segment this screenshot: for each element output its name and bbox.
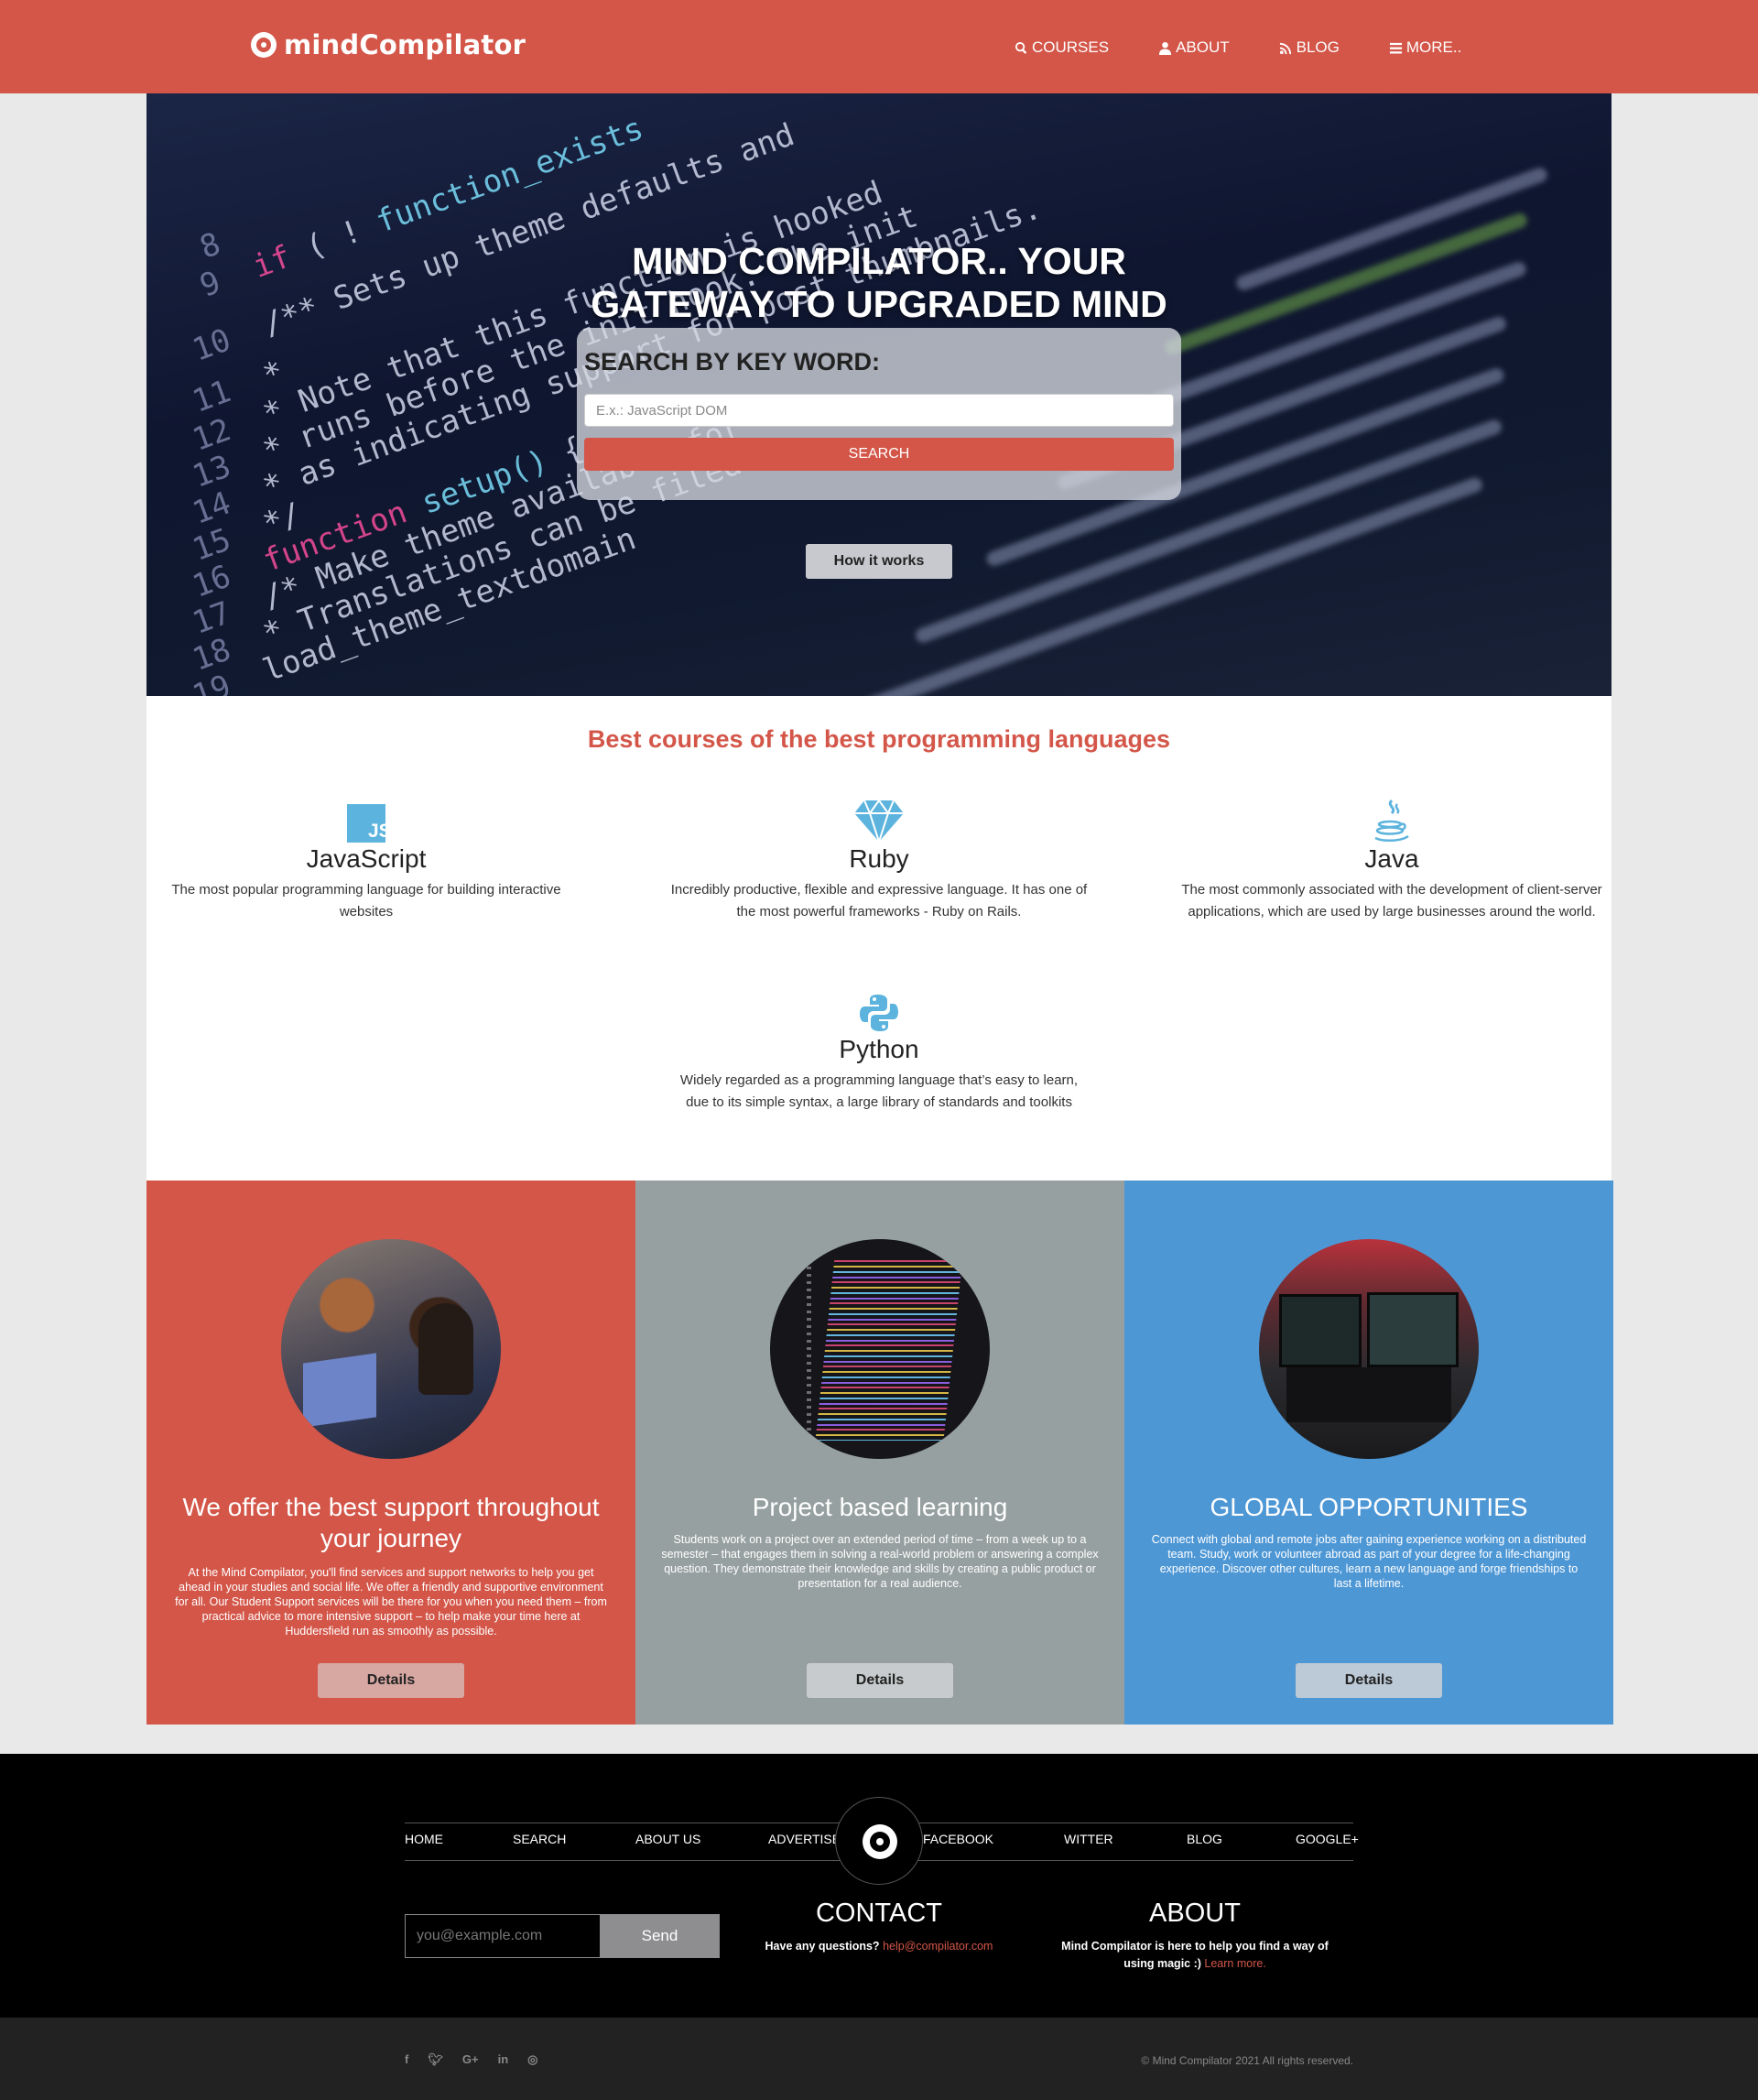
course-python[interactable]: Python Widely regarded as a programming …: [668, 989, 1090, 1114]
feature-projects: Project based learning Students work on …: [635, 1181, 1124, 1725]
contact-text: Have any questions? help@compilator.com: [765, 1940, 993, 1953]
nav-more[interactable]: MORE..: [1389, 38, 1461, 57]
social-links: f 🐦︎ G+ in ◎: [405, 2052, 557, 2067]
python-icon: [860, 995, 898, 1031]
footer: HOME SEARCH ABOUT US ADVERTISE FACEBOOK …: [0, 1754, 1758, 2018]
search-input[interactable]: [584, 394, 1174, 427]
footer-link-home[interactable]: HOME: [405, 1832, 443, 1846]
feature-text: Connect with global and remote jobs afte…: [1151, 1533, 1587, 1590]
nav-courses-label: COURSES: [1032, 38, 1110, 56]
linkedin-icon[interactable]: in: [498, 2052, 509, 2067]
rss-icon: [1279, 42, 1291, 54]
footer-contact: CONTACT Have any questions? help@compila…: [742, 1899, 1016, 1955]
ruby-gem-icon: [854, 799, 904, 843]
footer-link-about-us[interactable]: ABOUT US: [635, 1832, 700, 1846]
about-text: Mind Compilator is here to help you find…: [1061, 1940, 1329, 1970]
footer-link-advertise[interactable]: ADVERTISE: [768, 1832, 841, 1846]
nav-blog-label: BLOG: [1296, 38, 1340, 56]
footer-link-google-plus[interactable]: GOOGLE+: [1296, 1832, 1359, 1846]
nav-about-label: ABOUT: [1176, 38, 1230, 56]
footer-link-search[interactable]: SEARCH: [513, 1832, 566, 1846]
course-description: Incredibly productive, flexible and expr…: [670, 882, 1088, 919]
courses-section: Best courses of the best programming lan…: [146, 696, 1612, 1181]
nav-more-label: MORE..: [1405, 38, 1462, 56]
main-nav: COURSES ABOUT BLOG MORE..: [1015, 38, 1461, 57]
details-button[interactable]: Details: [318, 1663, 464, 1698]
workstation-photo: [1259, 1239, 1479, 1459]
logo-icon: [251, 32, 277, 58]
search-label: SEARCH BY KEY WORD:: [584, 348, 881, 375]
students-photo: [281, 1239, 501, 1459]
menu-icon: [1389, 42, 1402, 53]
logo-text: mindCompilator: [284, 29, 526, 60]
details-button[interactable]: Details: [807, 1663, 953, 1698]
java-cup-icon: [1374, 799, 1409, 842]
course-name: Java: [1364, 844, 1419, 873]
site-logo[interactable]: mindCompilator: [251, 29, 526, 60]
course-name: JavaScript: [306, 844, 427, 873]
google-plus-icon[interactable]: G+: [462, 2052, 479, 2067]
courses-title: Best courses of the best programming lan…: [587, 725, 1171, 753]
twitter-icon[interactable]: 🐦︎: [428, 2052, 443, 2067]
copyright-text: © Mind Compilator 2021 All rights reserv…: [1141, 2054, 1353, 2067]
nav-about[interactable]: ABOUT: [1158, 38, 1230, 57]
instagram-icon[interactable]: ◎: [527, 2052, 537, 2067]
learn-more-link[interactable]: Learn more.: [1204, 1957, 1265, 1970]
contact-title: CONTACT: [815, 1899, 942, 1928]
course-javascript[interactable]: JS JavaScript The most popular programmi…: [156, 799, 577, 923]
javascript-icon: JS: [347, 804, 385, 843]
course-name: Python: [839, 1035, 919, 1063]
hero-section: 8 9 if ( ! function_exists 10 /** Sets u…: [146, 93, 1612, 696]
newsletter-send-button[interactable]: Send: [600, 1914, 720, 1958]
search-button[interactable]: SEARCH: [584, 438, 1174, 471]
details-button[interactable]: Details: [1296, 1663, 1442, 1698]
feature-title: Project based learning: [752, 1493, 1008, 1521]
about-title: ABOUT: [1149, 1899, 1241, 1928]
feature-title: GLOBAL OPPORTUNITIES: [1210, 1493, 1528, 1521]
code-screen-photo: [770, 1239, 990, 1459]
hero-title-line2: GATEWAY TO UPGRADED MIND: [591, 283, 1167, 325]
nav-courses[interactable]: COURSES: [1015, 38, 1109, 57]
feature-support: We offer the best support throughout you…: [146, 1181, 635, 1725]
footer-link-blog[interactable]: BLOG: [1187, 1832, 1222, 1846]
search-icon: [1015, 41, 1027, 54]
bottom-bar: f 🐦︎ G+ in ◎ © Mind Compilator 2021 All …: [0, 2018, 1758, 2100]
feature-text: At the Mind Compilator, you'll find serv…: [175, 1566, 607, 1638]
footer-link-facebook[interactable]: FACEBOOK: [923, 1832, 993, 1846]
contact-email-link[interactable]: help@compilator.com: [883, 1940, 993, 1953]
newsletter-email-input[interactable]: [405, 1914, 600, 1958]
user-icon: [1159, 41, 1172, 55]
facebook-icon[interactable]: f: [405, 2052, 408, 2067]
top-navbar: mindCompilator COURSES ABOUT BLOG MORE..: [0, 0, 1758, 93]
search-panel: SEARCH BY KEY WORD: SEARCH: [577, 328, 1181, 500]
course-description: Widely regarded as a programming languag…: [679, 1072, 1079, 1110]
course-name: Ruby: [849, 844, 909, 873]
footer-about: ABOUT Mind Compilator is here to help yo…: [1049, 1899, 1340, 1973]
svg-text:JS: JS: [368, 821, 385, 842]
nav-blog[interactable]: BLOG: [1279, 38, 1340, 57]
hero-title: MIND COMPILATOR.. YOUR GATEWAY TO UPGRAD…: [146, 240, 1612, 326]
footer-logo-icon[interactable]: [835, 1797, 923, 1885]
how-it-works-button[interactable]: How it works: [806, 544, 952, 579]
course-java[interactable]: Java The most commonly associated with t…: [1181, 799, 1602, 923]
footer-link-twitter[interactable]: WITTER: [1064, 1832, 1113, 1846]
hero-title-line1: MIND COMPILATOR.. YOUR: [632, 240, 1126, 282]
feature-global: GLOBAL OPPORTUNITIES Connect with global…: [1124, 1181, 1613, 1725]
feature-title: We offer the best support throughout you…: [182, 1493, 600, 1552]
course-ruby[interactable]: Ruby Incredibly productive, flexible and…: [668, 799, 1090, 923]
course-description: The most commonly associated with the de…: [1181, 882, 1602, 919]
feature-text: Students work on a project over an exten…: [661, 1533, 1099, 1590]
course-description: The most popular programming language fo…: [171, 882, 561, 919]
